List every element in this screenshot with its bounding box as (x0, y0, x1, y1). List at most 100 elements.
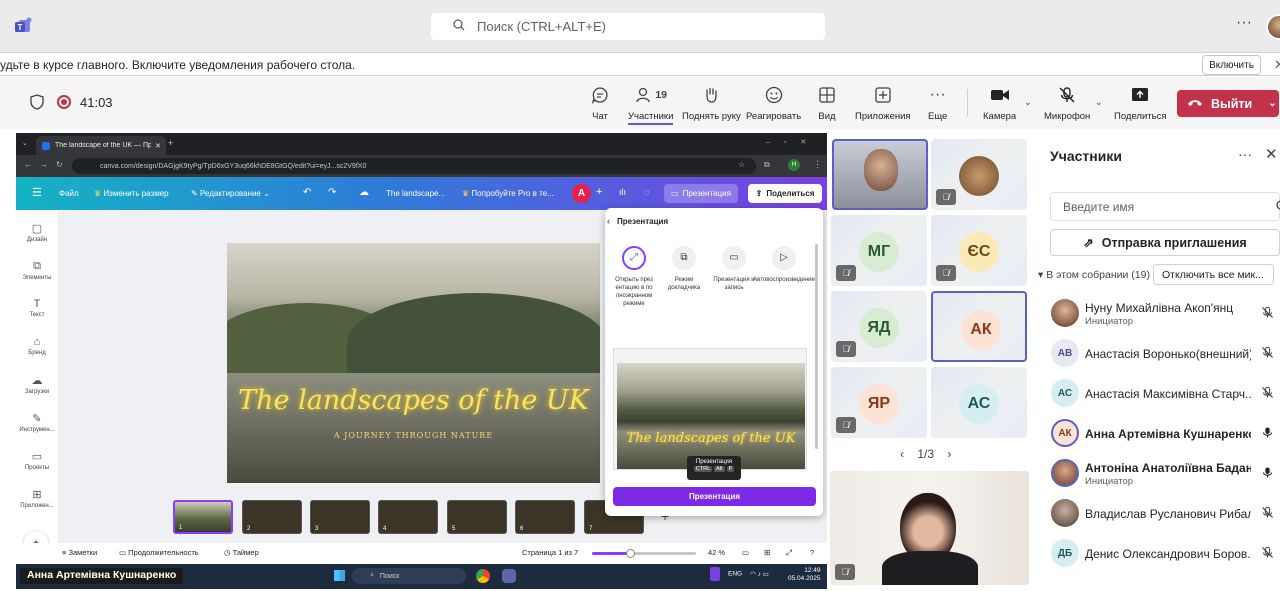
autoplay-option[interactable]: ▷ Автовоспроизведение (753, 246, 815, 284)
raise-hand-button[interactable]: Поднять руку (682, 85, 741, 122)
in-meeting-section[interactable]: ▾ В этом собрании (19) (1038, 269, 1150, 281)
page-thumbnail[interactable]: 5 (447, 500, 507, 534)
tab-close-icon[interactable]: ✕ (155, 142, 161, 150)
participants-button[interactable]: 19 Участники (628, 85, 674, 125)
camera-options-chevron-icon[interactable]: ⌄ (1024, 97, 1032, 108)
video-tile-live[interactable] (832, 139, 928, 210)
duration-button[interactable]: ▭ Продолжительность (119, 548, 199, 557)
shield-icon[interactable] (30, 94, 44, 115)
video-tile[interactable]: ЄС 🎙̸ (931, 215, 1027, 286)
try-pro-button[interactable]: ♛ Попробуйте Pro в те... (462, 189, 554, 198)
video-tile[interactable]: ЯД 🎙̸ (831, 291, 927, 362)
video-tile[interactable]: ЯР 🎙̸ (831, 367, 927, 438)
nav-arrows-icon[interactable]: ←→↻ (24, 160, 71, 169)
participant-row[interactable]: АС Анастасія Максимівна Старч... (1035, 375, 1280, 413)
participant-row[interactable]: Антоніна Анатоліївна Бадан Инициатор (1035, 455, 1280, 493)
next-page-chevron-icon[interactable]: › (947, 447, 951, 461)
resize-button[interactable]: ♛ Изменить размер (94, 189, 169, 198)
file-menu[interactable]: Файл (59, 189, 79, 198)
slide-canvas[interactable]: The landscapes of the UK A JOURNEY THROU… (227, 243, 600, 483)
presenter-view-option[interactable]: ⧉ Режим докладчика (662, 246, 706, 292)
video-tile[interactable]: АС (931, 367, 1027, 438)
zoom-level[interactable]: 42 % (708, 548, 725, 557)
close-icon[interactable]: ✕ (1265, 145, 1278, 163)
slide-subtitle[interactable]: A JOURNEY THROUGH NATURE (227, 431, 600, 440)
windows-start-icon[interactable] (334, 570, 345, 581)
slide-title[interactable]: The landscapes of the UK (227, 385, 600, 416)
windows-search-input[interactable]: ⌕ Поиск (352, 568, 466, 584)
page-thumbnail[interactable]: 3 (310, 500, 370, 534)
add-collaborator-icon[interactable]: + (596, 186, 602, 198)
extensions-icon[interactable]: ⧉ (764, 160, 770, 170)
browser-menu-icon[interactable]: ⋮ (813, 159, 822, 170)
page-thumbnail[interactable]: 6 (515, 500, 575, 534)
chrome-taskbar-icon[interactable] (476, 569, 490, 583)
sidebar-item-apps[interactable]: ⊞ Приложен... (16, 488, 58, 509)
present-and-record-option[interactable]: ▭ Презентация и запись (712, 246, 756, 292)
notes-button[interactable]: ≡ Заметки (62, 548, 97, 557)
undo-icon[interactable]: ↶ (303, 187, 311, 198)
participant-row[interactable]: ДБ Денис Олександрович Боров... (1035, 535, 1280, 573)
teams-taskbar-icon[interactable] (502, 569, 516, 583)
enable-notifications-button[interactable]: Включить (1202, 55, 1261, 75)
teams-logo-icon[interactable]: T (14, 16, 34, 36)
mic-options-chevron-icon[interactable]: ⌄ (1095, 97, 1103, 108)
sidebar-item-elements[interactable]: ⧉ Элементы (16, 260, 58, 281)
pages-view-icon[interactable]: ▭ (742, 548, 749, 557)
canva-menu-icon[interactable]: ☰ (32, 186, 42, 199)
wifi-icon[interactable]: ◠ ♪ ▭ (750, 571, 769, 578)
comment-icon[interactable]: ◌ (644, 187, 649, 197)
search-input[interactable]: Поиск (CTRL+ALT+E) (431, 13, 825, 40)
participant-row[interactable]: Нуну Михайлівна Акоп'янц Инициатор (1035, 295, 1280, 333)
help-icon[interactable]: ? (810, 548, 814, 557)
react-button[interactable]: Реагировать (746, 85, 801, 122)
page-thumbnail[interactable]: 4 (378, 500, 438, 534)
more-options-icon[interactable]: ··· (1238, 146, 1252, 162)
language-indicator[interactable]: ENG (728, 571, 742, 578)
fullscreen-icon[interactable]: ⤢ (786, 548, 792, 558)
sidebar-item-design[interactable]: ▢ Дизайн (16, 222, 58, 243)
close-icon[interactable]: ✕ (1274, 57, 1280, 73)
edit-mode-button[interactable]: ✎ Редактирование ⌄ (191, 189, 270, 198)
more-button[interactable]: ··· Еще (928, 85, 947, 122)
insights-icon[interactable]: ılı (619, 187, 626, 197)
apps-button[interactable]: Приложения (855, 85, 911, 122)
leave-button[interactable]: Выйти ⌄ (1177, 90, 1279, 117)
participant-row[interactable]: АВ Анастасія Воронько(внешний) (1035, 335, 1280, 373)
sidebar-item-uploads[interactable]: ☁ Загрузки (16, 374, 58, 395)
microphone-button[interactable]: Микрофон (1044, 85, 1090, 122)
video-tile[interactable]: МГ 🎙̸ (831, 215, 927, 286)
page-thumbnail[interactable]: 1 (173, 500, 233, 534)
start-presentation-button[interactable]: Презентация (613, 487, 816, 506)
participant-search-input[interactable]: Введите имя (1050, 192, 1280, 221)
document-title[interactable]: The landscape... (386, 189, 445, 198)
cloud-save-icon[interactable]: ☁ (359, 187, 369, 198)
participant-row[interactable]: АК Анна Артемівна Кушнаренко (1035, 415, 1280, 453)
chat-button[interactable]: Чат (591, 85, 609, 122)
share-button[interactable]: Поделиться (1114, 85, 1166, 122)
browser-tab[interactable]: The landscape of the UK — Пр... ✕ (36, 136, 166, 155)
video-tile[interactable]: 🎙̸ (931, 139, 1027, 210)
send-invite-button[interactable]: ⇗ Отправка приглашения (1050, 229, 1280, 256)
profile-avatar-icon[interactable]: H (788, 159, 800, 171)
new-tab-icon[interactable]: + (168, 138, 173, 148)
prev-page-chevron-icon[interactable]: ‹ (900, 447, 904, 461)
self-video[interactable]: 🎙̸ (830, 471, 1029, 585)
grid-view-icon[interactable]: ⊞ (764, 548, 770, 557)
timer-button[interactable]: ◷ Таймер (224, 548, 259, 557)
canva-present-button[interactable]: ▭ Презентация (664, 184, 738, 203)
url-field[interactable]: canva.com/design/DAGjgK9tyPg/TpD6xGY3uq6… (72, 158, 756, 174)
redo-icon[interactable]: ↷ (328, 187, 336, 198)
window-controls[interactable]: –▫✕ (766, 138, 820, 146)
back-chevron-icon[interactable]: ‹ (607, 216, 610, 226)
panel-scrollbar[interactable] (815, 244, 818, 449)
zoom-slider[interactable] (592, 549, 696, 558)
sidebar-item-projects[interactable]: ▭ Проекты (16, 450, 58, 471)
camera-button[interactable]: Камера (983, 85, 1016, 122)
bookmark-star-icon[interactable]: ☆ (738, 160, 745, 169)
sidebar-item-brand[interactable]: ⌂ Бренд (16, 336, 58, 356)
collaborator-avatar[interactable]: A (572, 184, 591, 203)
sidebar-item-tools[interactable]: ✎ Инструмен... (16, 412, 58, 433)
view-button[interactable]: Вид (818, 85, 836, 122)
participant-row[interactable]: Владислав Русланович Рибал... (1035, 495, 1280, 533)
